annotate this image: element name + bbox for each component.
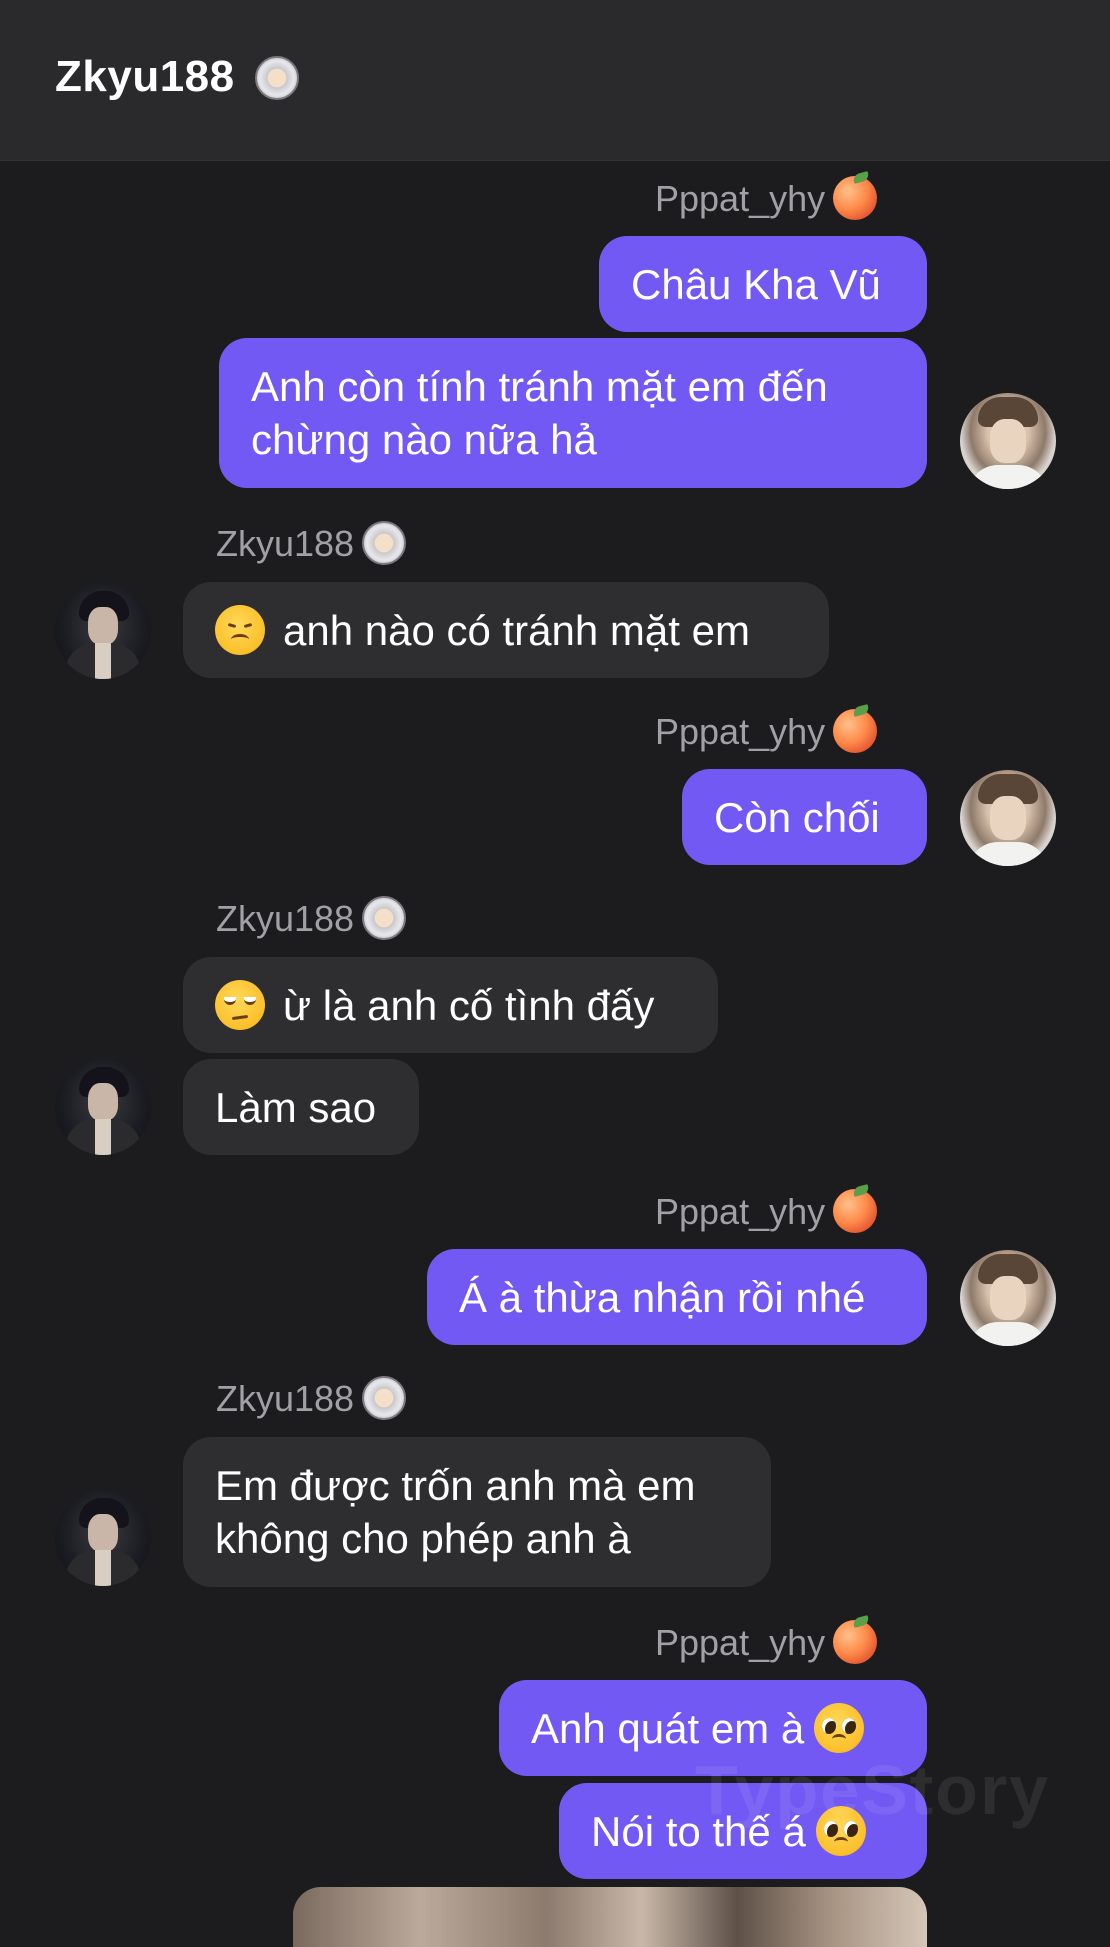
avatar[interactable] bbox=[960, 393, 1056, 489]
pleading-face-icon bbox=[815, 1806, 866, 1856]
pleading-face-icon bbox=[814, 1703, 865, 1753]
peach-icon bbox=[833, 1189, 878, 1234]
message-text: Em được trốn anh mà em không cho phép an… bbox=[215, 1462, 696, 1562]
sender-name: Pppat_yhy bbox=[655, 1189, 878, 1236]
sender-name: Zkyu188 bbox=[216, 1376, 407, 1423]
sender-name: Pppat_yhy bbox=[655, 709, 878, 756]
message-text: Còn chối bbox=[714, 793, 880, 841]
astronaut-icon bbox=[255, 56, 300, 101]
astronaut-icon bbox=[362, 1376, 407, 1421]
message-bubble-outgoing[interactable]: Anh còn tính tránh mặt em đến chừng nào … bbox=[219, 338, 927, 488]
astronaut-icon bbox=[362, 521, 407, 566]
image-message[interactable] bbox=[293, 1887, 927, 1947]
sender-name: Pppat_yhy bbox=[655, 1620, 878, 1667]
chat-header: Zkyu188 bbox=[0, 0, 1110, 161]
message-text: anh nào có tránh mặt em bbox=[283, 606, 750, 654]
message-text: Anh quát em à bbox=[531, 1704, 805, 1752]
disappointed-face-icon bbox=[215, 605, 265, 655]
avatar[interactable] bbox=[960, 770, 1056, 866]
sender-name: Zkyu188 bbox=[216, 521, 407, 568]
message-bubble-outgoing[interactable]: Châu Kha Vũ bbox=[599, 236, 927, 332]
avatar[interactable] bbox=[960, 1250, 1056, 1346]
sender-name: Zkyu188 bbox=[216, 896, 407, 943]
unamused-face-icon bbox=[215, 980, 265, 1030]
message-bubble-incoming[interactable]: anh nào có tránh mặt em bbox=[183, 582, 829, 678]
sender-name-text: Zkyu188 bbox=[216, 898, 355, 939]
astronaut-icon bbox=[362, 896, 407, 941]
avatar[interactable] bbox=[55, 1490, 151, 1586]
message-bubble-outgoing[interactable]: Á à thừa nhận rồi nhé bbox=[427, 1249, 927, 1345]
message-text: Á à thừa nhận rồi nhé bbox=[459, 1273, 866, 1321]
sender-name-text: Zkyu188 bbox=[216, 1378, 355, 1419]
chat-title[interactable]: Zkyu188 bbox=[55, 52, 300, 103]
peach-icon bbox=[833, 1620, 878, 1665]
message-bubble-incoming[interactable]: ừ là anh cố tình đấy bbox=[183, 957, 718, 1053]
message-text: Làm sao bbox=[215, 1083, 377, 1131]
sender-name-text: Pppat_yhy bbox=[655, 1622, 826, 1663]
message-bubble-outgoing[interactable]: Còn chối bbox=[682, 769, 927, 865]
sender-name-text: Pppat_yhy bbox=[655, 711, 826, 752]
message-text: ừ là anh cố tình đấy bbox=[283, 981, 655, 1029]
message-bubble-incoming[interactable]: Em được trốn anh mà em không cho phép an… bbox=[183, 1437, 771, 1587]
peach-icon bbox=[833, 176, 878, 221]
chat-title-text: Zkyu188 bbox=[55, 52, 235, 101]
sender-name-text: Zkyu188 bbox=[216, 523, 355, 564]
message-bubble-outgoing[interactable]: Anh quát em à bbox=[499, 1680, 927, 1776]
sender-name-text: Pppat_yhy bbox=[655, 178, 826, 219]
message-text: Nói to thế á bbox=[591, 1807, 806, 1855]
sender-name: Pppat_yhy bbox=[655, 176, 878, 223]
message-bubble-incoming[interactable]: Làm sao bbox=[183, 1059, 419, 1155]
message-text: Châu Kha Vũ bbox=[631, 260, 881, 308]
message-text: Anh còn tính tránh mặt em đến chừng nào … bbox=[251, 363, 828, 463]
peach-icon bbox=[833, 709, 878, 754]
avatar[interactable] bbox=[55, 583, 151, 679]
message-bubble-outgoing[interactable]: Nói to thế á bbox=[559, 1783, 927, 1879]
avatar[interactable] bbox=[55, 1059, 151, 1155]
sender-name-text: Pppat_yhy bbox=[655, 1191, 826, 1232]
